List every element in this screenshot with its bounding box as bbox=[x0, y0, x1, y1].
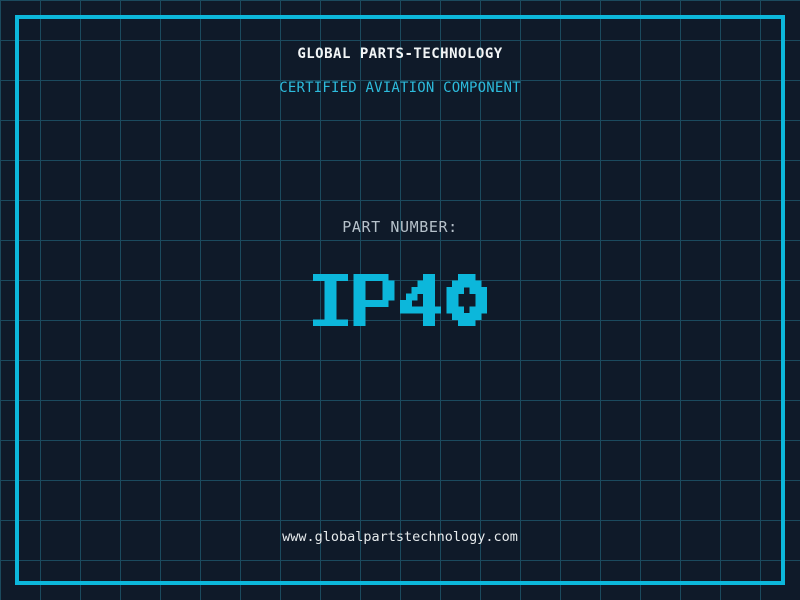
certification-tagline: CERTIFIED AVIATION COMPONENT bbox=[279, 80, 521, 96]
part-number-value bbox=[313, 274, 488, 327]
part-number-pixel-text bbox=[313, 274, 488, 327]
blueprint-certificate-page: GLOBAL PARTS-TECHNOLOGY CERTIFIED AVIATI… bbox=[0, 0, 800, 600]
website-url: www.globalpartstechnology.com bbox=[282, 529, 518, 545]
part-number-label: PART NUMBER: bbox=[342, 218, 458, 236]
company-name-heading: GLOBAL PARTS-TECHNOLOGY bbox=[297, 46, 503, 62]
